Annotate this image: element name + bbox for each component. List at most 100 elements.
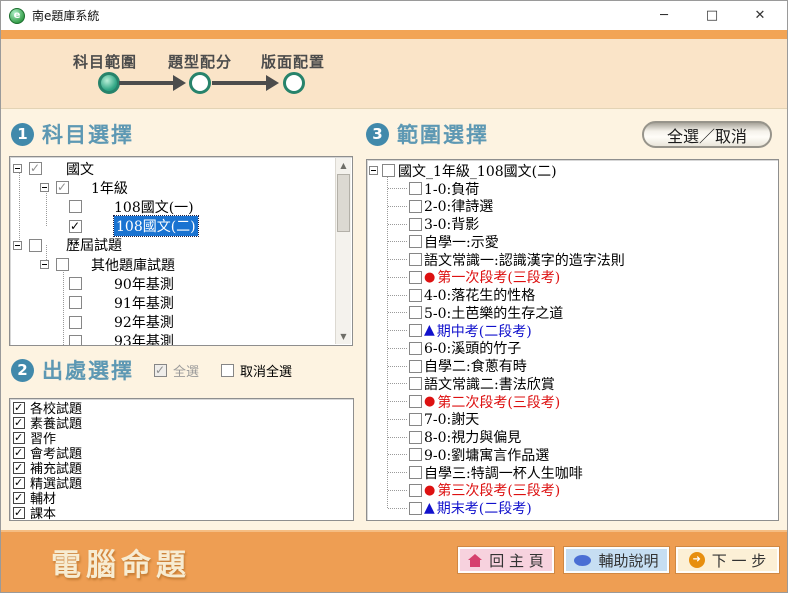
tree-item[interactable]: 9-0:劉墉寓言作品選 [367, 446, 778, 464]
checkbox[interactable] [13, 402, 25, 414]
tree-item[interactable]: 108國文(一) [10, 197, 334, 216]
minimize-button[interactable]: ─ [653, 8, 675, 23]
close-button[interactable]: ✕ [749, 8, 771, 23]
checkbox[interactable] [56, 258, 69, 271]
tree-item[interactable]: 5-0:土芭樂的生存之道 [367, 304, 778, 322]
checkbox[interactable] [409, 271, 422, 284]
tree-item[interactable]: 國文 [10, 159, 334, 178]
tree-item[interactable]: 4-0:落花生的性格 [367, 286, 778, 304]
checkbox[interactable] [409, 306, 422, 319]
help-button-label: 輔助說明 [598, 550, 658, 571]
checkbox[interactable] [13, 492, 25, 504]
tree-item[interactable]: ▲期中考(二段考) [367, 322, 778, 340]
select-all-checkbox[interactable] [154, 364, 167, 377]
tree-item[interactable]: ●第二次段考(三段考) [367, 393, 778, 411]
checkbox[interactable] [409, 395, 422, 408]
checkbox[interactable] [69, 335, 82, 346]
select-all-toggle-button[interactable]: 全選／取消 [642, 121, 772, 148]
subject-section-title: 科目選擇 [42, 119, 134, 149]
checkbox[interactable] [409, 253, 422, 266]
checkbox[interactable] [69, 296, 82, 309]
help-button[interactable]: 輔助說明 [564, 547, 669, 573]
checkbox[interactable] [409, 360, 422, 373]
checkbox[interactable] [409, 289, 422, 302]
tree-item[interactable]: 93年基測 [10, 332, 334, 346]
tree-item[interactable]: 其他題庫試題 [10, 255, 334, 274]
checkbox[interactable] [409, 377, 422, 390]
checkbox[interactable] [409, 413, 422, 426]
expander-icon[interactable] [13, 164, 22, 173]
checkbox[interactable] [29, 162, 42, 175]
checkbox[interactable] [69, 316, 82, 329]
subject-tree: 國文1年級108國文(一)108國文(二)歷屆試題其他題庫試題90年基測91年基… [9, 156, 353, 346]
checkbox[interactable] [56, 181, 69, 194]
checkbox[interactable] [409, 218, 422, 231]
tree-item[interactable]: 7-0:謝天 [367, 411, 778, 429]
next-step-button[interactable]: ➜ 下 一 步 [676, 547, 779, 573]
list-item[interactable]: 課本 [10, 505, 353, 520]
expander-icon[interactable] [369, 166, 378, 175]
checkbox[interactable] [69, 220, 82, 233]
list-item[interactable]: 精選試題 [10, 475, 353, 490]
checkbox[interactable] [29, 239, 42, 252]
speech-icon [574, 555, 591, 566]
checkbox[interactable] [409, 502, 422, 515]
checkbox[interactable] [409, 484, 422, 497]
checkbox[interactable] [409, 448, 422, 461]
checkbox[interactable] [409, 182, 422, 195]
tree-item[interactable]: 國文_1年級_108國文(二) [367, 162, 778, 180]
window-controls: ─ □ ✕ [653, 8, 779, 23]
checkbox[interactable] [409, 342, 422, 355]
checkbox[interactable] [13, 507, 25, 519]
tree-item[interactable]: ▲期末考(二段考) [367, 499, 778, 517]
checkbox[interactable] [13, 432, 25, 444]
expander-icon[interactable] [40, 183, 49, 192]
select-all-checkbox-group[interactable]: 全選 [154, 361, 199, 380]
section-2-number-badge: 2 [11, 359, 34, 382]
home-button[interactable]: 回 主 頁 [458, 547, 554, 573]
tree-item[interactable]: 自學一:示愛 [367, 233, 778, 251]
deselect-all-checkbox-group[interactable]: 取消全選 [221, 361, 292, 380]
checkbox[interactable] [69, 277, 82, 290]
expander-icon[interactable] [40, 260, 49, 269]
checkbox[interactable] [69, 200, 82, 213]
tree-item[interactable]: 2-0:律詩選 [367, 198, 778, 216]
list-item[interactable]: 素養試題 [10, 415, 353, 430]
tree-item[interactable]: ●第一次段考(三段考) [367, 269, 778, 287]
checkbox[interactable] [409, 466, 422, 479]
expander-icon[interactable] [13, 241, 22, 250]
range-section-title: 範圍選擇 [397, 119, 489, 149]
deselect-all-checkbox[interactable] [221, 364, 234, 377]
tree-item[interactable]: 語文常識一:認識漢字的造字法則 [367, 251, 778, 269]
list-item[interactable]: 輔材 [10, 490, 353, 505]
tree-item[interactable]: 92年基測 [10, 313, 334, 332]
tree-item[interactable]: 6-0:溪頭的竹子 [367, 340, 778, 358]
checkbox[interactable] [382, 164, 395, 177]
tree-item[interactable]: 3-0:背影 [367, 215, 778, 233]
checkbox[interactable] [409, 235, 422, 248]
tree-item[interactable]: 108國文(二) [10, 217, 334, 236]
tree-item[interactable]: 91年基測 [10, 293, 334, 312]
tree-item[interactable]: 歷屆試題 [10, 236, 334, 255]
checkbox[interactable] [409, 200, 422, 213]
tree-item[interactable]: 1-0:負荷 [367, 180, 778, 198]
checkbox[interactable] [409, 431, 422, 444]
maximize-button[interactable]: □ [701, 8, 723, 23]
tree-item[interactable]: 自學二:食蔥有時 [367, 357, 778, 375]
checkbox[interactable] [13, 477, 25, 489]
checkbox[interactable] [13, 462, 25, 474]
subject-tree-scrollbar[interactable]: ▲ ▼ [335, 158, 351, 344]
tree-item[interactable]: 90年基測 [10, 274, 334, 293]
scroll-down-icon[interactable]: ▼ [336, 329, 351, 344]
checkbox[interactable] [409, 324, 422, 337]
next-button-label: 下 一 步 [712, 550, 767, 571]
tree-item[interactable]: 自學三:特調一杯人生咖啡 [367, 464, 778, 482]
tree-item[interactable]: 1年級 [10, 178, 334, 197]
checkbox[interactable] [13, 417, 25, 429]
scrollbar-thumb[interactable] [337, 174, 350, 232]
tree-item[interactable]: ●第三次段考(三段考) [367, 482, 778, 500]
tree-item[interactable]: 語文常識二:書法欣賞 [367, 375, 778, 393]
scroll-up-icon[interactable]: ▲ [336, 158, 351, 173]
checkbox[interactable] [13, 447, 25, 459]
tree-item[interactable]: 8-0:視力與偏見 [367, 428, 778, 446]
